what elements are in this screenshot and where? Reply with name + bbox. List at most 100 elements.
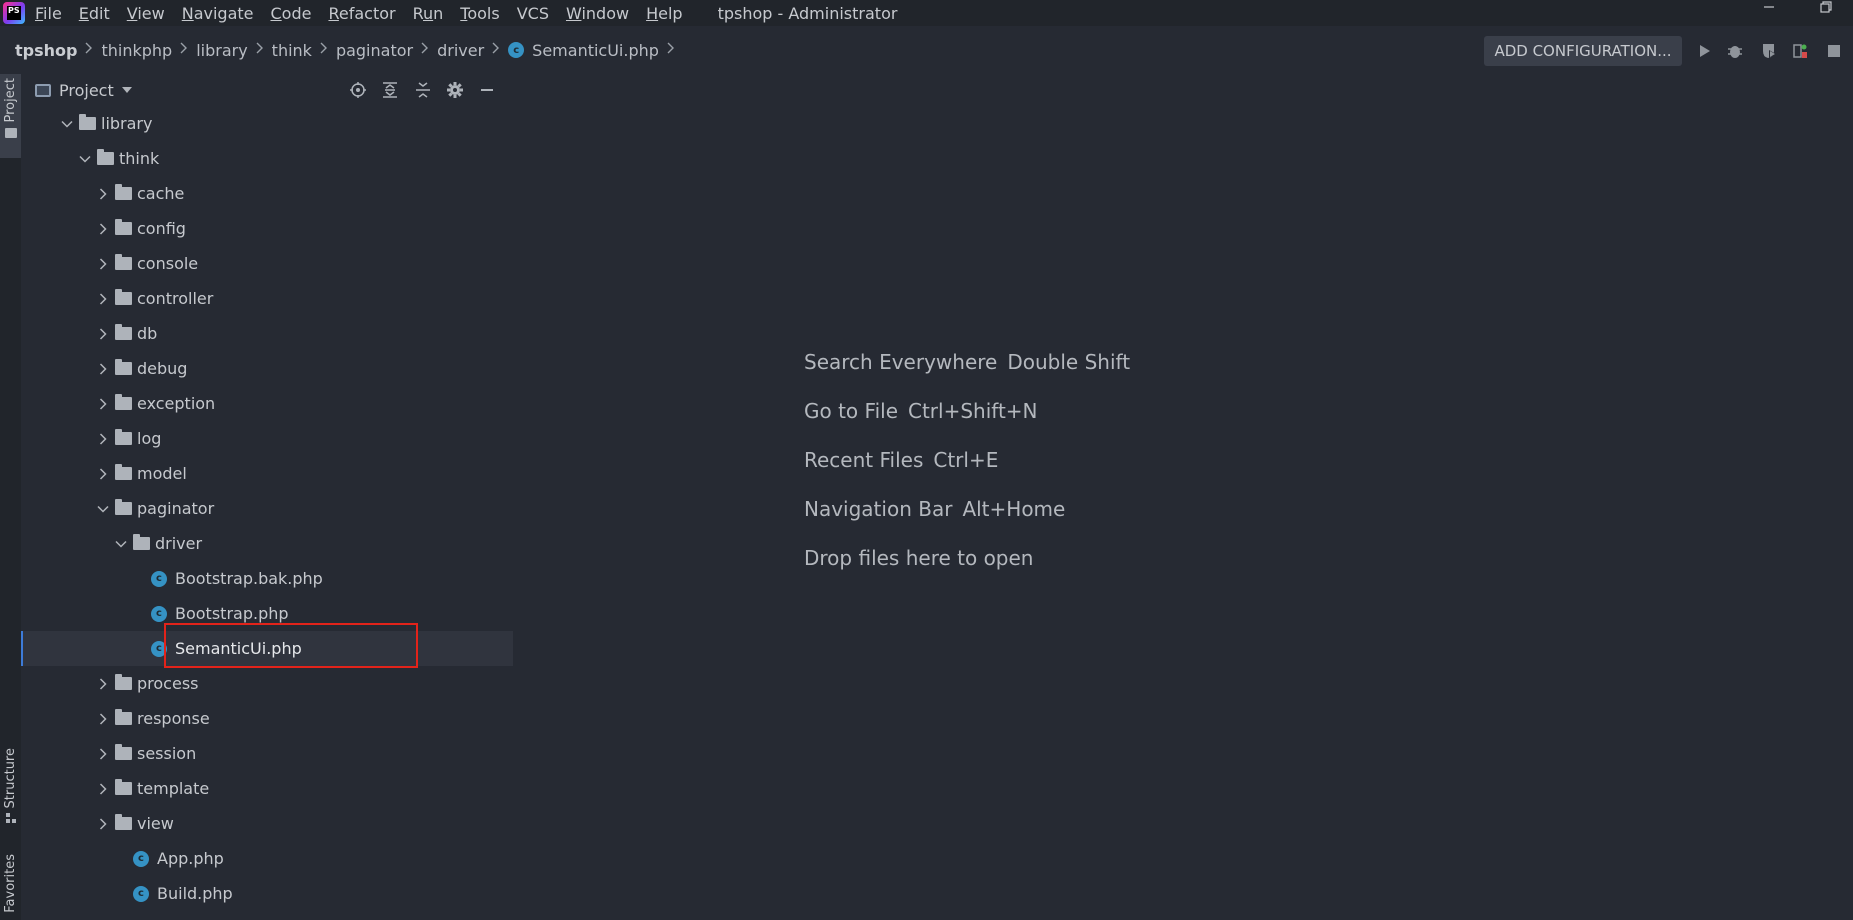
tree-folder-template[interactable]: template bbox=[21, 771, 513, 806]
menu-help[interactable]: Help bbox=[646, 4, 682, 23]
chevron-right-icon[interactable] bbox=[95, 711, 111, 727]
php-class-icon: c bbox=[151, 605, 167, 622]
tree-node-label: console bbox=[137, 254, 199, 273]
restore-icon[interactable] bbox=[1811, 0, 1841, 24]
tree-folder-config[interactable]: config bbox=[21, 211, 513, 246]
favorites-tool-tab[interactable]: Favorites bbox=[0, 854, 21, 913]
chevron-right-icon bbox=[319, 42, 327, 58]
structure-tool-tab[interactable]: Structure bbox=[0, 748, 21, 824]
menu-tools[interactable]: Tools bbox=[460, 4, 499, 23]
chevron-right-icon bbox=[255, 42, 263, 58]
tree-file[interactable]: c Build.php bbox=[21, 876, 513, 911]
chevron-down-icon[interactable] bbox=[59, 116, 75, 132]
chevron-right-icon bbox=[420, 42, 429, 58]
chevron-right-icon[interactable] bbox=[95, 396, 111, 412]
breadcrumb-item[interactable]: c SemanticUi.php bbox=[508, 41, 659, 60]
tree-node-label: debug bbox=[137, 359, 188, 378]
php-class-icon: c bbox=[508, 42, 525, 58]
hint-text: Navigation Bar bbox=[804, 497, 953, 521]
hint-shortcut: Alt+Home bbox=[962, 497, 1066, 521]
menu-refactor[interactable]: Refactor bbox=[328, 4, 395, 23]
chevron-right-icon[interactable] bbox=[95, 256, 111, 272]
menu-run[interactable]: Run bbox=[413, 4, 444, 23]
menu-code[interactable]: Code bbox=[271, 4, 312, 23]
tree-folder-cache[interactable]: cache bbox=[21, 176, 513, 211]
tree-file[interactable]: c Bootstrap.bak.php bbox=[21, 561, 513, 596]
hide-icon[interactable] bbox=[477, 80, 497, 100]
tree-folder-exception[interactable]: exception bbox=[21, 386, 513, 421]
hint-shortcut: Double Shift bbox=[1007, 350, 1131, 374]
tree-folder-driver[interactable]: driver bbox=[21, 526, 513, 561]
breadcrumb-label: library bbox=[196, 40, 248, 60]
tree-folder-controller[interactable]: controller bbox=[21, 281, 513, 316]
expand-all-icon[interactable] bbox=[380, 80, 400, 100]
tree-file[interactable]: c App.php bbox=[21, 841, 513, 876]
tree-folder-response[interactable]: response bbox=[21, 701, 513, 736]
tree-node-label: library bbox=[101, 114, 153, 133]
tree-folder-library[interactable]: library bbox=[21, 106, 513, 141]
stop-icon[interactable] bbox=[1824, 41, 1844, 61]
folder-icon bbox=[115, 779, 132, 795]
window-title: tpshop - Administrator bbox=[717, 3, 898, 23]
chevron-right-icon[interactable] bbox=[95, 361, 111, 377]
chevron-down-icon[interactable] bbox=[113, 536, 129, 552]
chevron-right-icon[interactable] bbox=[95, 326, 111, 342]
tree-folder-db[interactable]: db bbox=[21, 316, 513, 351]
tree-folder-view[interactable]: view bbox=[21, 806, 513, 841]
tree-folder-session[interactable]: session bbox=[21, 736, 513, 771]
breadcrumb-item[interactable]: library bbox=[196, 41, 247, 60]
locate-icon[interactable] bbox=[348, 80, 368, 100]
chevron-right-icon[interactable] bbox=[95, 431, 111, 447]
tree-folder-process[interactable]: process bbox=[21, 666, 513, 701]
breadcrumb-item[interactable]: think bbox=[272, 41, 312, 60]
chevron-right-icon[interactable] bbox=[95, 816, 111, 832]
chevron-right-icon[interactable] bbox=[95, 186, 111, 202]
tree-folder-paginator[interactable]: paginator bbox=[21, 491, 513, 526]
settings-icon[interactable] bbox=[445, 80, 465, 100]
chevron-down-icon[interactable] bbox=[121, 87, 132, 93]
tree-folder-model[interactable]: model bbox=[21, 456, 513, 491]
breadcrumb-item[interactable]: driver bbox=[437, 41, 484, 60]
editor-hint: Go to File Ctrl+Shift+N bbox=[804, 399, 1038, 423]
breadcrumb-item[interactable]: tpshop bbox=[15, 41, 77, 60]
tree-node-label: template bbox=[137, 779, 210, 798]
add-configuration-button[interactable]: ADD CONFIGURATION... bbox=[1484, 36, 1682, 66]
chevron-right-icon[interactable] bbox=[95, 676, 111, 692]
profile-icon[interactable] bbox=[1790, 41, 1810, 61]
run-icon[interactable] bbox=[1694, 41, 1714, 61]
breadcrumb-item[interactable]: paginator bbox=[336, 41, 413, 60]
chevron-right-icon[interactable] bbox=[95, 746, 111, 762]
project-tool-tab[interactable]: Project bbox=[0, 74, 21, 158]
chevron-right-icon[interactable] bbox=[95, 221, 111, 237]
breadcrumb-item[interactable]: thinkphp bbox=[101, 41, 172, 60]
menu-vcs[interactable]: VCS bbox=[517, 4, 549, 23]
tree-node-label: exception bbox=[137, 394, 216, 413]
tree-folder-think[interactable]: think bbox=[21, 141, 513, 176]
tree-folder-log[interactable]: log bbox=[21, 421, 513, 456]
menu-view[interactable]: View bbox=[127, 4, 165, 23]
favorites-tab-label: Favorites bbox=[3, 854, 18, 913]
project-tab-label: Project bbox=[3, 78, 18, 123]
coverage-icon[interactable] bbox=[1759, 41, 1779, 61]
project-panel-title[interactable]: Project bbox=[59, 81, 114, 100]
menu-edit[interactable]: Edit bbox=[79, 4, 110, 23]
chevron-right-icon[interactable] bbox=[95, 466, 111, 482]
menu-window[interactable]: Window bbox=[566, 4, 629, 23]
tree-folder-console[interactable]: console bbox=[21, 246, 513, 281]
minimize-icon[interactable] bbox=[1754, 0, 1784, 24]
folder-icon bbox=[115, 359, 132, 375]
chevron-right-icon[interactable] bbox=[95, 291, 111, 307]
chevron-down-icon[interactable] bbox=[77, 151, 93, 167]
menu-file[interactable]: File bbox=[35, 4, 62, 23]
debug-icon[interactable] bbox=[1725, 41, 1745, 61]
tree-folder-debug[interactable]: debug bbox=[21, 351, 513, 386]
folder-icon bbox=[115, 289, 132, 305]
folder-icon bbox=[115, 219, 132, 235]
chevron-right-icon[interactable] bbox=[95, 781, 111, 797]
project-tree: library think cache config console controller… bbox=[21, 106, 513, 911]
project-panel-header: Project bbox=[21, 74, 513, 106]
chevron-down-icon[interactable] bbox=[95, 501, 111, 517]
menu-navigate[interactable]: Navigate bbox=[182, 4, 254, 23]
breadcrumb-label: driver bbox=[437, 40, 485, 60]
collapse-all-icon[interactable] bbox=[413, 80, 433, 100]
